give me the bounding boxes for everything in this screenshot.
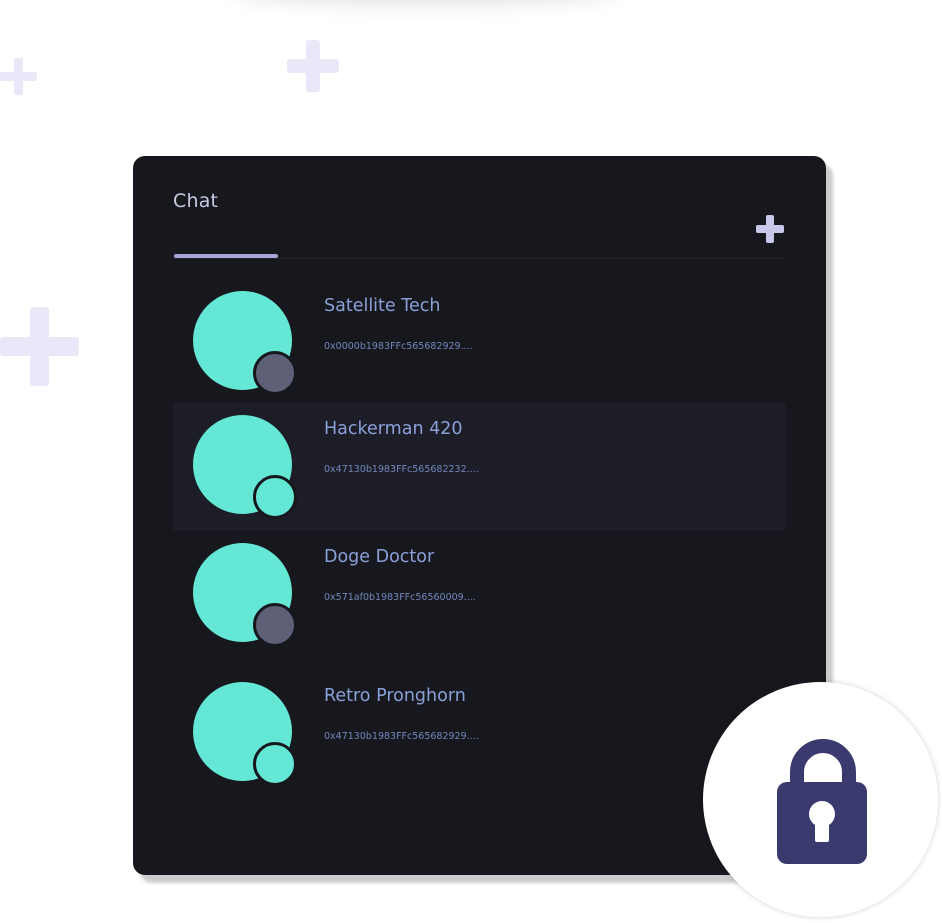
chat-title: Chat xyxy=(173,190,219,212)
status-badge xyxy=(253,475,297,519)
plus-decoration-icon xyxy=(0,58,37,95)
contact-name: Hackerman 420 xyxy=(324,419,463,439)
list-item[interactable]: Doge Doctor 0x571af0b1983FFc56560009.... xyxy=(173,531,786,659)
status-badge xyxy=(253,603,297,647)
contact-address: 0x47130b1983FFc565682232.... xyxy=(324,464,479,475)
contact-name: Doge Doctor xyxy=(324,547,435,567)
plus-icon xyxy=(756,215,784,243)
status-badge xyxy=(253,351,297,395)
contact-address: 0x0000b1983FFc565682929.... xyxy=(324,341,473,352)
contact-name: Satellite Tech xyxy=(324,296,441,316)
list-item[interactable]: Hackerman 420 0x47130b1983FFc565682232..… xyxy=(173,403,786,531)
tab-chat-indicator[interactable] xyxy=(174,254,278,258)
contact-name: Retro Pronghorn xyxy=(324,686,466,706)
plus-decoration-icon xyxy=(0,307,79,386)
plus-decoration-icon xyxy=(287,40,339,92)
status-badge xyxy=(253,742,297,786)
lock-icon xyxy=(776,738,867,864)
lock-badge xyxy=(703,682,938,917)
add-chat-button[interactable] xyxy=(753,212,787,246)
list-item[interactable]: Retro Pronghorn 0x47130b1983FFc565682929… xyxy=(173,670,786,798)
contact-address: 0x47130b1983FFc565682929.... xyxy=(324,731,479,742)
list-item[interactable]: Satellite Tech 0x0000b1983FFc565682929..… xyxy=(173,277,786,405)
tab-divider xyxy=(174,258,786,259)
contact-address: 0x571af0b1983FFc56560009.... xyxy=(324,592,476,603)
